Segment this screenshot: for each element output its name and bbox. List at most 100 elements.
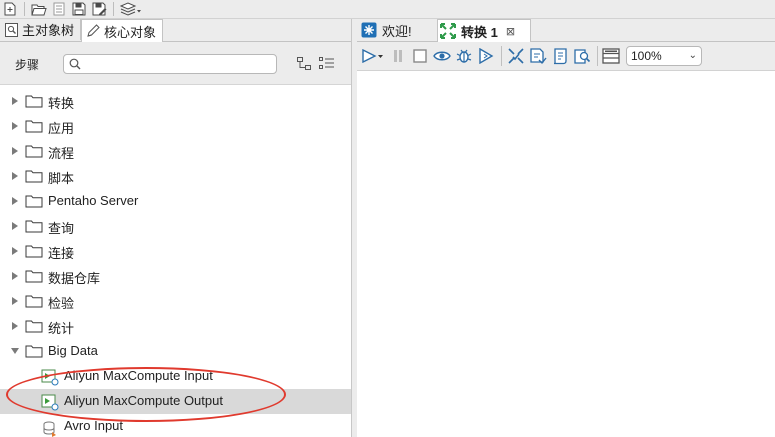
tree-folder[interactable]: 数据仓库: [0, 264, 351, 289]
verify-icon[interactable]: [507, 47, 525, 65]
right-panel: 欢迎! 转换 1 ⊠ 100% ⌄: [357, 19, 775, 437]
pencil-icon: [86, 24, 100, 38]
maxcompute-output-icon: [41, 394, 59, 411]
tree-folder-label: 检验: [48, 296, 75, 311]
left-tab-bar: 主对象树 核心对象: [0, 19, 351, 42]
pause-icon[interactable]: [389, 47, 407, 65]
tree-step-item[interactable]: Aliyun MaxCompute Input: [0, 364, 351, 389]
tab-core-objects[interactable]: 核心对象: [81, 19, 164, 42]
close-tab-icon[interactable]: ⊠: [506, 25, 515, 38]
tree-step-label: Aliyun MaxCompute Output: [64, 393, 223, 408]
transformation-toolbar: 100% ⌄: [357, 42, 775, 71]
new-file-icon[interactable]: [0, 1, 20, 17]
toolbar-divider: [597, 46, 598, 66]
toolbar-divider: [113, 2, 114, 16]
tree-folder[interactable]: Pentaho Server: [0, 189, 351, 214]
expand-arrow-icon[interactable]: [11, 196, 19, 206]
folder-icon: [25, 120, 43, 133]
debug-icon[interactable]: [455, 47, 473, 65]
tree-folder-label: 查询: [48, 221, 75, 236]
toolbar-divider: [501, 46, 502, 66]
welcome-icon: [361, 22, 377, 38]
tree-folder[interactable]: 脚本: [0, 164, 351, 189]
folder-icon: [25, 345, 43, 358]
expand-arrow-icon[interactable]: [11, 146, 19, 156]
tree-step-item[interactable]: Avro Input: [0, 414, 351, 437]
show-results-icon[interactable]: [602, 47, 620, 65]
folder-icon: [25, 320, 43, 333]
expand-arrow-icon[interactable]: [11, 221, 19, 231]
tree-folder-label: 连接: [48, 246, 75, 261]
tree-folder-label: 转换: [48, 96, 75, 111]
expand-arrow-icon[interactable]: [11, 121, 19, 131]
expand-arrow-icon[interactable]: [11, 296, 19, 306]
folder-icon: [25, 170, 43, 183]
analyze-impact-icon[interactable]: [529, 47, 547, 65]
tree-icon: [4, 22, 18, 37]
steps-search-row: 步骤: [0, 42, 351, 85]
steps-tree: 转换 应用 流程 脚本 Pentaho Server 查询 连接 数据仓库 检验…: [0, 85, 351, 437]
tree-step-item-selected[interactable]: Aliyun MaxCompute Output: [0, 389, 351, 414]
steps-label: 步骤: [15, 58, 40, 72]
tab-label: 核心对象: [104, 24, 157, 40]
sql-icon[interactable]: [551, 47, 569, 65]
expand-arrow-icon[interactable]: [11, 271, 19, 281]
tree-folder-label: 统计: [48, 321, 75, 336]
tree-folder[interactable]: 检验: [0, 289, 351, 314]
tab-label: 欢迎!: [382, 23, 412, 39]
folder-icon: [25, 145, 43, 158]
expand-all-icon[interactable]: [319, 57, 334, 73]
tree-folder[interactable]: 流程: [0, 139, 351, 164]
run-icon[interactable]: [361, 47, 385, 65]
tab-label: 转换 1: [461, 24, 498, 40]
chevron-down-icon: ⌄: [688, 50, 697, 61]
layers-icon[interactable]: [118, 1, 144, 17]
save-icon[interactable]: [69, 1, 89, 17]
transformation-canvas[interactable]: [357, 71, 775, 437]
tree-folder[interactable]: 连接: [0, 239, 351, 264]
explore-db-icon[interactable]: [573, 47, 591, 65]
replay-icon[interactable]: [477, 47, 495, 65]
search-icon: [69, 58, 81, 70]
expand-arrow-icon[interactable]: [11, 171, 19, 181]
tree-folder[interactable]: 转换: [0, 89, 351, 114]
editor-tab-bar: 欢迎! 转换 1 ⊠: [357, 19, 775, 42]
zoom-select[interactable]: 100% ⌄: [626, 46, 702, 66]
tree-folder-label: Big Data: [48, 343, 98, 358]
toolbar-divider: [24, 2, 25, 16]
zoom-value: 100%: [631, 49, 662, 63]
collapse-all-icon[interactable]: [297, 57, 311, 73]
explore-repository-icon[interactable]: [49, 1, 69, 17]
tree-folder-label: Pentaho Server: [48, 193, 139, 208]
folder-icon: [25, 295, 43, 308]
folder-icon: [25, 195, 43, 208]
stop-icon[interactable]: [411, 47, 429, 65]
folder-icon: [25, 245, 43, 258]
tree-folder-big-data[interactable]: Big Data: [0, 339, 351, 364]
tree-step-label: Aliyun MaxCompute Input: [64, 368, 213, 383]
main-toolbar: [0, 0, 775, 19]
tree-folder-label: 应用: [48, 121, 75, 136]
avro-input-icon: [43, 421, 56, 437]
tree-folder[interactable]: 查询: [0, 214, 351, 239]
open-folder-icon[interactable]: [29, 1, 49, 17]
expand-arrow-icon[interactable]: [11, 246, 19, 256]
maxcompute-input-icon: [41, 369, 59, 386]
expand-arrow-icon[interactable]: [11, 96, 19, 106]
tab-welcome[interactable]: 欢迎!: [359, 19, 438, 41]
tab-main-object-tree[interactable]: 主对象树: [0, 19, 82, 40]
preview-icon[interactable]: [433, 47, 451, 65]
save-as-icon[interactable]: [89, 1, 109, 17]
folder-icon: [25, 95, 43, 108]
tree-step-label: Avro Input: [64, 418, 124, 433]
tree-folder[interactable]: 应用: [0, 114, 351, 139]
folder-icon: [25, 220, 43, 233]
steps-search-input[interactable]: [63, 54, 277, 74]
tab-transformation-1[interactable]: 转换 1 ⊠: [437, 19, 531, 42]
tree-folder-label: 流程: [48, 146, 75, 161]
transformation-icon: [440, 23, 456, 39]
collapse-arrow-icon[interactable]: [10, 347, 20, 355]
tree-folder[interactable]: 统计: [0, 314, 351, 339]
left-panel: 主对象树 核心对象 步骤 转换 应用 流程 脚本 Pentaho Server …: [0, 19, 352, 437]
expand-arrow-icon[interactable]: [11, 321, 19, 331]
